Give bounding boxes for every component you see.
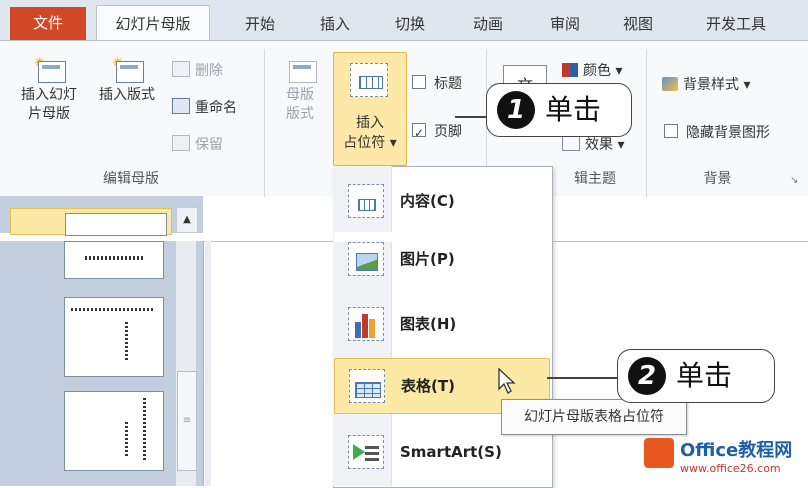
- mouse-cursor-icon: [498, 367, 516, 394]
- delete-button[interactable]: 删除: [172, 59, 223, 83]
- step-2-text: 单击: [676, 359, 733, 392]
- preserve-button[interactable]: 保留: [172, 133, 223, 157]
- scrollbar-thumb[interactable]: ≡: [177, 371, 197, 471]
- background-styles-label: 背景样式 ▾: [683, 77, 751, 93]
- insert-placeholder-label-2: 占位符 ▾: [343, 135, 397, 151]
- master-layout-button[interactable]: 母版 版式: [272, 55, 328, 124]
- insert-slide-master-label-1: 插入幻灯: [21, 87, 77, 103]
- tab-insert[interactable]: 插入: [305, 8, 365, 40]
- chart-placeholder-icon: [348, 307, 384, 341]
- preserve-label: 保留: [195, 137, 223, 153]
- step-2-number: 2: [628, 357, 666, 395]
- group-label-edit-theme: 辑主题: [574, 171, 616, 187]
- scroll-up-button[interactable]: ▲: [176, 207, 198, 233]
- rename-button[interactable]: 重命名: [172, 96, 237, 120]
- selected-thumb[interactable]: [10, 208, 172, 236]
- content-placeholder-icon: [348, 184, 384, 218]
- preserve-icon: [172, 135, 190, 151]
- delete-label: 删除: [195, 63, 223, 79]
- tab-view[interactable]: 视图: [608, 8, 668, 40]
- group-separator: [264, 49, 265, 197]
- master-layout-label-1: 母版: [286, 87, 314, 103]
- insert-layout-button[interactable]: ✷ 插入版式: [90, 55, 164, 105]
- effects-label: 效果 ▾: [585, 137, 625, 153]
- step-1-callout: 1 单击: [486, 83, 632, 137]
- insert-slide-master-button[interactable]: ✷ 插入幻灯 片母版: [10, 55, 88, 124]
- tab-transitions[interactable]: 切换: [380, 8, 440, 40]
- picture-placeholder-icon: [348, 242, 384, 276]
- title-check-label: 标题: [434, 76, 462, 92]
- watermark-brand: Office教程网: [680, 440, 793, 461]
- hide-background-checkbox[interactable]: 隐藏背景图形: [664, 121, 770, 145]
- group-separator: [646, 49, 647, 197]
- colors-icon: [562, 63, 578, 77]
- title-checkbox[interactable]: 标题: [412, 72, 462, 96]
- insert-placeholder-label-1: 插入: [356, 115, 384, 131]
- step-2-callout: 2 单击: [617, 349, 775, 403]
- paint-bucket-icon: [662, 77, 678, 91]
- placeholder-icon: [350, 63, 388, 97]
- dialog-launcher-icon[interactable]: ↘: [790, 175, 798, 186]
- rename-label: 重命名: [195, 100, 237, 116]
- menu-item-content[interactable]: 内容(C): [334, 174, 550, 228]
- master-layout-icon: [284, 55, 317, 83]
- colors-button[interactable]: 颜色 ▾: [562, 59, 622, 83]
- tab-developer[interactable]: 开发工具: [688, 8, 784, 40]
- menu-item-content-label: 内容(C): [400, 192, 455, 210]
- thumbnail-pane: ≡: [0, 241, 204, 486]
- footer-check-icon: [412, 121, 426, 145]
- callout-connector: [455, 116, 487, 118]
- smartart-placeholder-icon: [348, 435, 384, 469]
- colors-label: 颜色 ▾: [583, 63, 623, 79]
- slide-thumbnail[interactable]: [64, 297, 164, 377]
- step-1-text: 单击: [545, 93, 602, 126]
- site-watermark: Office教程网 www.office26.com: [640, 432, 808, 486]
- hide-background-label: 隐藏背景图形: [686, 125, 770, 141]
- menu-item-table-label: 表格(T): [401, 377, 455, 395]
- pane-splitter[interactable]: [205, 241, 211, 486]
- slide-thumbnail[interactable]: [64, 241, 164, 279]
- master-layout-label-2: 版式: [286, 106, 314, 122]
- step-1-number: 1: [497, 91, 535, 129]
- delete-icon: [172, 61, 190, 77]
- title-check-icon: [412, 75, 426, 89]
- office-logo-icon: [644, 438, 674, 468]
- table-placeholder-icon: [349, 369, 385, 403]
- footer-check-label: 页脚: [434, 124, 462, 140]
- background-styles-button[interactable]: 背景样式 ▾: [662, 73, 750, 97]
- menu-item-smartart-label: SmartArt(S): [400, 443, 502, 461]
- group-label-background: 背景: [703, 171, 732, 187]
- slide-master-icon: ✷: [33, 55, 66, 83]
- menu-item-picture[interactable]: 图片(P): [334, 232, 550, 286]
- hide-background-check-icon: [664, 124, 678, 138]
- footer-checkbox[interactable]: 页脚: [412, 120, 462, 145]
- menu-item-chart-label: 图表(H): [400, 315, 457, 333]
- rename-icon: [172, 98, 190, 114]
- tab-home[interactable]: 开始: [230, 8, 290, 40]
- layout-icon: ✷: [111, 55, 144, 83]
- insert-placeholder-button[interactable]: 插入 占位符 ▾: [333, 52, 407, 166]
- tab-review[interactable]: 审阅: [535, 8, 595, 40]
- menu-item-picture-label: 图片(P): [400, 250, 455, 268]
- tab-slide-master[interactable]: 幻灯片母版: [96, 5, 210, 42]
- insert-layout-label: 插入版式: [99, 87, 155, 103]
- callout-connector: [547, 377, 617, 379]
- tab-file[interactable]: 文件: [10, 7, 86, 40]
- group-label-edit-master: 编辑母版: [103, 171, 159, 187]
- slide-thumbnail[interactable]: [64, 391, 164, 471]
- effects-icon: [562, 135, 580, 151]
- tooltip: 幻灯片母版表格占位符: [501, 399, 687, 435]
- tab-animations[interactable]: 动画: [458, 8, 518, 40]
- watermark-url: www.office26.com: [680, 462, 781, 475]
- insert-slide-master-label-2: 片母版: [28, 106, 70, 122]
- menu-item-chart[interactable]: 图表(H): [334, 297, 550, 351]
